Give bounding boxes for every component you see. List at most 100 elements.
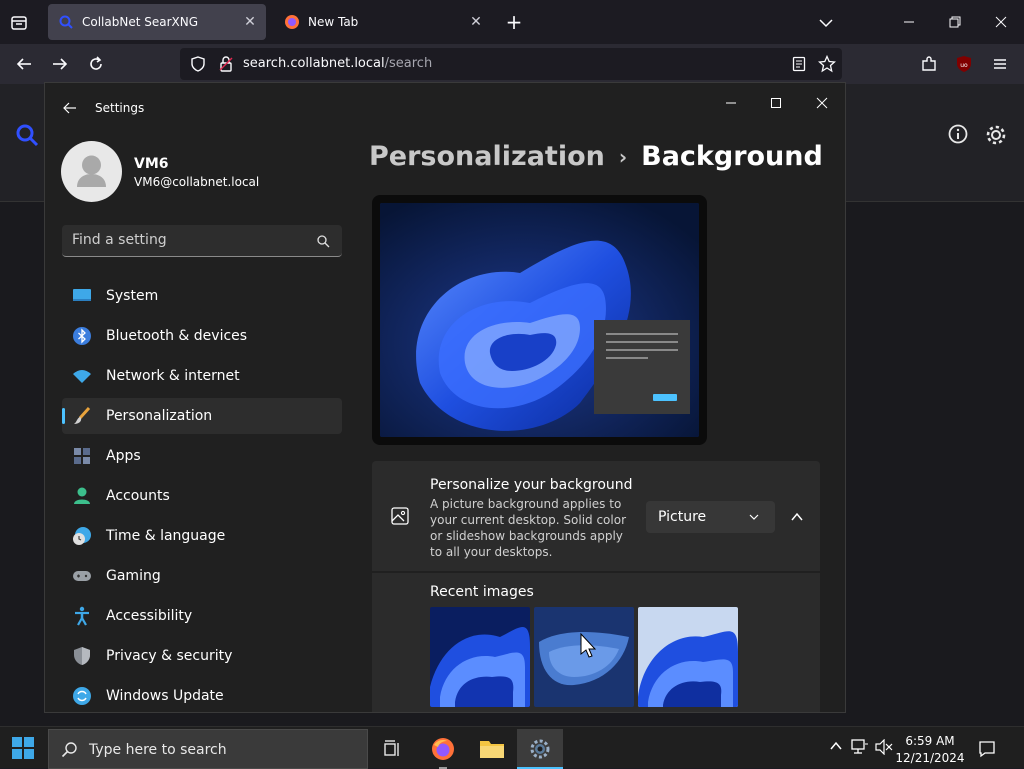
close-tab-icon[interactable]: ✕ <box>240 12 260 32</box>
taskbar-settings[interactable] <box>517 729 563 769</box>
card-description: A picture background applies to your cur… <box>430 497 627 559</box>
tab-title: CollabNet SearXNG <box>82 15 199 29</box>
sidebar-item-gaming[interactable]: Gaming <box>62 558 342 594</box>
find-setting-box[interactable] <box>62 225 342 257</box>
sidebar-item-personalization[interactable]: Personalization <box>62 398 342 434</box>
system-clock[interactable]: 6:59 AM 12/21/2024 <box>895 733 965 767</box>
gamepad-icon <box>72 566 92 586</box>
start-button[interactable] <box>12 737 34 759</box>
shield-icon <box>72 646 92 666</box>
app-menu-button[interactable] <box>988 52 1012 76</box>
forward-button[interactable] <box>48 52 72 76</box>
minimize-icon <box>904 21 914 23</box>
url-host: search.collabnet.local <box>243 56 385 71</box>
close-tab-icon[interactable]: ✕ <box>466 12 486 32</box>
gear-icon[interactable] <box>985 124 1007 146</box>
sidebar-item-accessibility[interactable]: Accessibility <box>62 598 342 634</box>
find-setting-input[interactable] <box>72 232 302 248</box>
hamburger-menu-icon <box>994 59 1006 69</box>
tab-searxng[interactable]: CollabNet SearXNG ✕ <box>48 4 266 40</box>
show-hidden-icons-chevron-up-icon[interactable] <box>829 739 843 753</box>
sidebar-item-privacy-security[interactable]: Privacy & security <box>62 638 342 674</box>
page-title: Background <box>641 141 823 172</box>
taskbar-search-placeholder: Type here to search <box>89 742 227 758</box>
sidebar-item-label: Bluetooth & devices <box>106 328 248 344</box>
search-icon <box>61 742 77 758</box>
restore-icon <box>949 16 961 28</box>
volume-muted-icon[interactable] <box>875 739 893 755</box>
info-icon[interactable] <box>948 124 968 144</box>
recent-image-thumbnail[interactable] <box>430 607 530 707</box>
sidebar-item-label: Accounts <box>106 488 170 504</box>
ublock-origin-button[interactable]: uo <box>952 52 976 76</box>
task-view-button[interactable] <box>369 729 415 769</box>
recent-images-section: Recent images <box>372 573 820 712</box>
sidebar-item-time-language[interactable]: Time & language <box>62 518 342 554</box>
clock-time: 6:59 AM <box>905 734 955 748</box>
chevron-down-icon <box>749 514 759 520</box>
browser-close-button[interactable] <box>989 10 1013 34</box>
tab-new-tab[interactable]: New Tab ✕ <box>274 4 492 40</box>
url-text[interactable]: search.collabnet.local/search <box>243 56 432 71</box>
sidebar-item-label: Windows Update <box>106 688 224 704</box>
minimize-icon <box>726 102 736 104</box>
sidebar-item-network-internet[interactable]: Network & internet <box>62 358 342 394</box>
sidebar-item-system[interactable]: System <box>62 278 342 314</box>
close-icon <box>995 16 1007 28</box>
settings-close-button[interactable] <box>810 91 834 115</box>
sidebar-item-windows-update[interactable]: Windows Update <box>62 678 342 712</box>
clock-globe-icon <box>72 526 92 546</box>
taskbar-firefox[interactable] <box>420 729 466 769</box>
new-tab-button[interactable]: + <box>503 12 525 34</box>
breadcrumb-parent[interactable]: Personalization <box>369 141 605 172</box>
settings-maximize-button[interactable] <box>764 91 788 115</box>
background-type-dropdown[interactable]: Picture <box>646 501 775 533</box>
ublock-shield-icon: uo <box>957 56 971 72</box>
clock-date: 12/21/2024 <box>895 751 965 765</box>
taskbar-search-box[interactable]: Type here to search <box>48 729 368 769</box>
tracking-protection-shield-icon[interactable] <box>190 56 206 72</box>
back-button[interactable] <box>12 52 36 76</box>
sidebar-item-accounts[interactable]: Accounts <box>62 478 342 514</box>
reload-button[interactable] <box>84 52 108 76</box>
chevron-up-icon <box>791 512 803 521</box>
sidebar-item-bluetooth-devices[interactable]: Bluetooth & devices <box>62 318 342 354</box>
searxng-logo-search-icon[interactable] <box>14 122 40 148</box>
lock-icon[interactable] <box>218 56 234 72</box>
breadcrumb: Personalization › Background <box>369 141 823 172</box>
user-name: VM6 <box>134 156 169 172</box>
sidebar-item-apps[interactable]: Apps <box>62 438 342 474</box>
network-icon[interactable] <box>851 739 869 755</box>
sidebar-item-label: Gaming <box>106 568 161 584</box>
browser-restore-button[interactable] <box>943 10 967 34</box>
wifi-icon <box>72 366 92 386</box>
settings-minimize-button[interactable] <box>719 91 743 115</box>
taskbar-file-explorer[interactable] <box>469 729 515 769</box>
recent-image-thumbnail[interactable] <box>638 607 738 707</box>
chevron-down-icon <box>819 19 833 28</box>
list-all-tabs-button[interactable] <box>815 12 837 34</box>
firefox-favicon-icon <box>284 14 300 30</box>
extensions-button[interactable] <box>917 52 941 76</box>
user-email: VM6@collabnet.local <box>134 175 260 189</box>
reader-view-icon[interactable] <box>791 56 807 72</box>
back-arrow-icon[interactable] <box>61 99 79 117</box>
firefox-icon <box>432 738 454 760</box>
browser-minimize-button[interactable] <box>897 10 921 34</box>
tab-list-button[interactable] <box>8 12 30 34</box>
recent-image-thumbnail[interactable] <box>534 607 634 707</box>
notifications-icon[interactable] <box>978 740 996 758</box>
bookmark-star-icon[interactable] <box>818 55 836 73</box>
card-title: Personalize your background <box>430 477 633 493</box>
settings-gear-icon <box>530 739 550 759</box>
personalize-background-card: Personalize your background A picture ba… <box>372 461 820 571</box>
collapse-section-button[interactable] <box>785 505 809 529</box>
apps-icon <box>72 446 92 466</box>
windows-logo-icon <box>12 737 34 759</box>
avatar[interactable] <box>61 141 122 202</box>
settings-titlebar: Settings <box>45 83 845 131</box>
settings-nav-list: System Bluetooth & devices Network & int… <box>62 278 342 712</box>
address-bar[interactable]: search.collabnet.local/search <box>180 48 842 80</box>
puzzle-piece-icon <box>922 56 936 71</box>
background-preview <box>372 195 707 445</box>
